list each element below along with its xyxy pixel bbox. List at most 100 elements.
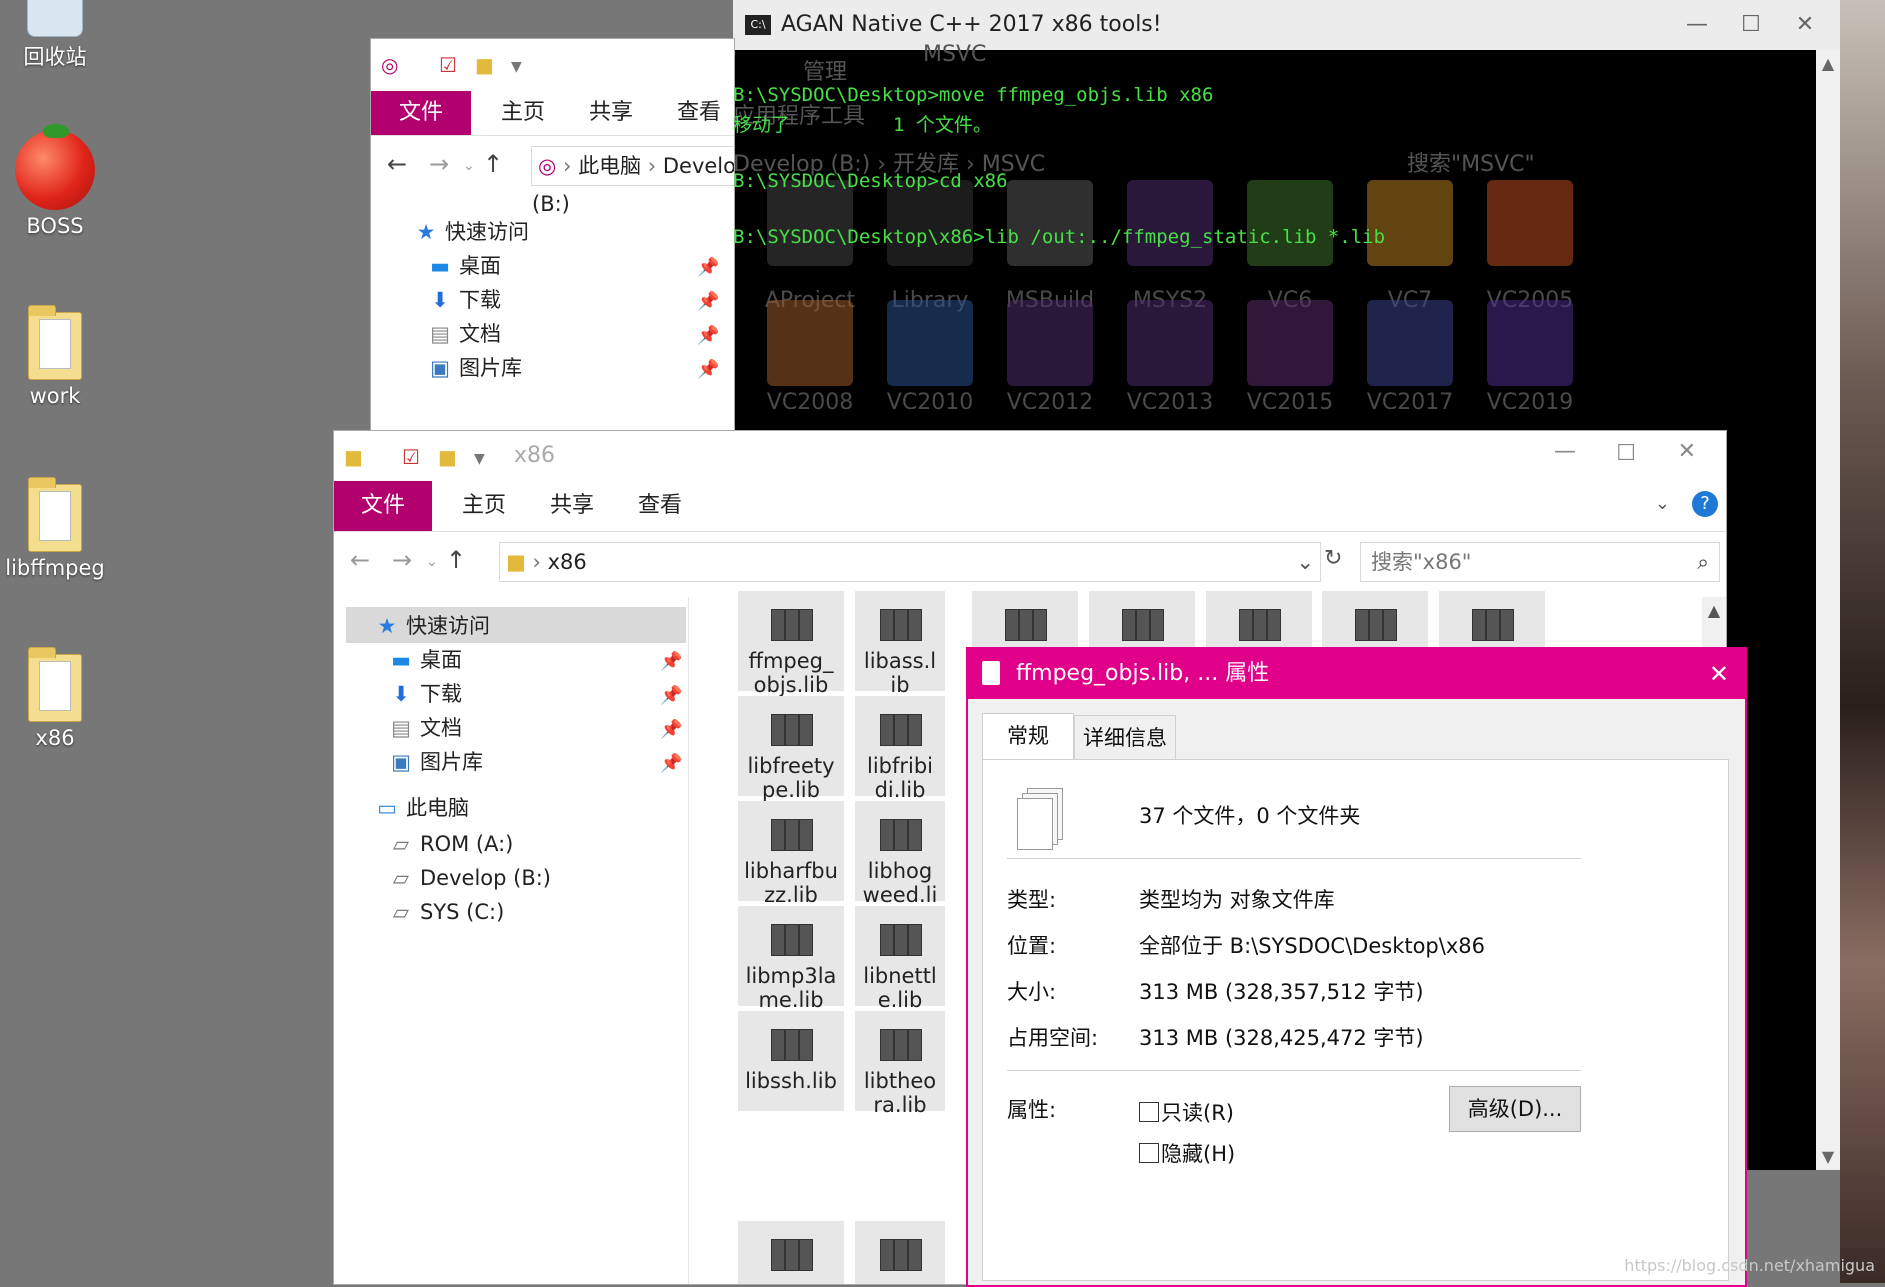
folder-icon[interactable]: ■ xyxy=(475,53,494,77)
tab-view[interactable]: 查看 xyxy=(659,91,734,135)
document-icon: ▤ xyxy=(391,716,411,740)
tab-share[interactable]: 共享 xyxy=(532,481,612,531)
pin-icon[interactable]: 📌 xyxy=(697,325,719,346)
breadcrumb-item[interactable]: x86 xyxy=(548,550,587,574)
readonly-checkbox[interactable] xyxy=(1139,1102,1159,1122)
nav-documents[interactable]: ▤ 文档 xyxy=(388,711,462,745)
tab-home[interactable]: 主页 xyxy=(444,481,524,531)
file-tile[interactable] xyxy=(972,591,1078,647)
maximize-icon[interactable]: ☐ xyxy=(1728,0,1774,50)
pin-icon[interactable]: 📌 xyxy=(697,291,719,312)
nav-downloads[interactable]: ⬇ 下载 xyxy=(427,283,501,317)
tab-file[interactable]: 文件 xyxy=(371,91,471,135)
properties-icon[interactable]: ☑ xyxy=(439,53,457,77)
minimize-icon[interactable]: — xyxy=(1554,439,1576,464)
file-tile[interactable]: libmp3lame.lib xyxy=(738,906,844,1012)
file-tile[interactable] xyxy=(1322,591,1428,647)
desktop-icon-work[interactable]: work xyxy=(0,305,110,408)
file-name: libass.lib xyxy=(863,649,937,697)
file-tile[interactable]: libnettle.lib xyxy=(855,906,945,1012)
file-tile[interactable]: libfribidi.lib xyxy=(855,696,945,802)
nav-pictures[interactable]: ▣ 图片库 xyxy=(388,745,483,779)
up-icon[interactable]: ↑ xyxy=(446,546,466,574)
file-tile[interactable] xyxy=(855,1221,945,1284)
minimize-icon[interactable]: — xyxy=(1674,0,1720,50)
tab-details[interactable]: 详细信息 xyxy=(1074,715,1176,761)
up-icon[interactable]: ↑ xyxy=(483,150,503,178)
search-input[interactable]: 搜索"x86" ⌕ xyxy=(1360,542,1720,582)
nav-quick-access[interactable]: ★ 快速访问 xyxy=(413,215,529,249)
nav-desktop[interactable]: ▬ 桌面 xyxy=(427,249,501,283)
nav-this-pc[interactable]: ▭ 此电脑 xyxy=(374,791,469,825)
tab-general[interactable]: 常规 xyxy=(982,713,1074,760)
nav-drive-a[interactable]: ▱ ROM (A:) xyxy=(388,827,513,861)
address-bar[interactable]: ■ › x86 ⌄ xyxy=(499,542,1321,582)
chevron-down-icon[interactable]: ⌄ xyxy=(1296,543,1314,581)
vs-vc2008-icon xyxy=(767,300,853,386)
file-tile[interactable]: libharfbuzz.lib xyxy=(738,801,844,907)
close-icon[interactable]: ✕ xyxy=(1782,0,1828,50)
back-icon[interactable]: ← xyxy=(350,546,370,574)
pin-icon[interactable]: 📌 xyxy=(697,257,719,278)
pin-icon[interactable]: 📌 xyxy=(660,719,682,740)
chevron-down-icon[interactable]: ⌄ xyxy=(463,158,475,174)
desktop-icon-x86[interactable]: x86 xyxy=(0,647,110,750)
breadcrumb-item[interactable]: 此电脑 xyxy=(578,154,641,178)
file-tile[interactable]: libhogweed.lib xyxy=(855,801,945,931)
scroll-down-icon[interactable]: ▼ xyxy=(1816,1147,1840,1166)
type-label: 类型: xyxy=(1007,888,1057,912)
forward-icon[interactable]: → xyxy=(429,150,449,178)
chevron-down-icon[interactable]: ⌄ xyxy=(426,554,438,570)
file-tile[interactable]: libfreetype.lib xyxy=(738,696,844,802)
nav-quick-access[interactable]: ★ 快速访问 xyxy=(374,609,490,643)
nav-drive-b[interactable]: ▱ Develop (B:) xyxy=(388,861,551,895)
pin-icon[interactable]: 📌 xyxy=(660,651,682,672)
pin-icon[interactable]: 📌 xyxy=(660,685,682,706)
desktop-icon-libffmpeg[interactable]: libffmpeg xyxy=(0,477,110,580)
file-tile[interactable]: libssh.lib xyxy=(738,1011,844,1111)
vs-library-icon xyxy=(887,180,973,266)
file-tile[interactable] xyxy=(1206,591,1312,647)
properties-icon[interactable]: ☑ xyxy=(402,445,420,469)
tab-home[interactable]: 主页 xyxy=(483,91,563,135)
desktop-icon-boss[interactable]: BOSS xyxy=(0,124,110,238)
scroll-up-icon[interactable]: ▲ xyxy=(1702,601,1726,620)
address-bar[interactable]: ◎ › 此电脑 › Develop (B:) xyxy=(531,146,734,216)
folder-icon[interactable]: ■ xyxy=(438,445,457,469)
computer-icon: ▭ xyxy=(377,796,397,820)
forward-icon[interactable]: → xyxy=(392,546,412,574)
file-tile[interactable] xyxy=(1089,591,1195,647)
nav-drive-c[interactable]: ▱ SYS (C:) xyxy=(388,895,504,929)
maximize-icon[interactable]: ☐ xyxy=(1616,441,1636,466)
back-icon[interactable]: ← xyxy=(387,150,407,178)
tab-view[interactable]: 查看 xyxy=(620,481,700,531)
hidden-checkbox[interactable] xyxy=(1139,1143,1159,1163)
explorer-msvc-window[interactable]: ◎ ☑ ■ ▼ 文件 主页 共享 查看 ← → ⌄ ↑ ◎ › 此电脑 › De… xyxy=(370,38,735,440)
tab-file[interactable]: 文件 xyxy=(334,481,432,531)
scroll-up-icon[interactable]: ▲ xyxy=(1816,54,1840,73)
file-icon xyxy=(982,661,1000,685)
file-tile[interactable]: libass.lib xyxy=(855,591,945,697)
nav-pictures[interactable]: ▣ 图片库 xyxy=(427,351,522,385)
close-icon[interactable]: ✕ xyxy=(1678,439,1696,464)
nav-downloads[interactable]: ⬇ 下载 xyxy=(388,677,462,711)
chevron-down-icon[interactable]: ▼ xyxy=(511,59,522,75)
file-tile[interactable]: ffmpeg_objs.lib xyxy=(738,591,844,697)
file-tile[interactable]: libtheora.lib xyxy=(855,1011,945,1117)
file-tile[interactable] xyxy=(738,1221,844,1284)
close-icon[interactable]: ✕ xyxy=(1709,649,1729,699)
help-icon[interactable]: ? xyxy=(1692,491,1718,517)
pin-icon[interactable]: 📌 xyxy=(697,359,719,380)
nav-documents[interactable]: ▤ 文档 xyxy=(427,317,501,351)
pin-icon[interactable]: 📌 xyxy=(660,753,682,774)
tab-share[interactable]: 共享 xyxy=(571,91,651,135)
nav-desktop[interactable]: ▬ 桌面 xyxy=(388,643,462,677)
desktop-icon-recycle-bin[interactable]: 回收站 xyxy=(0,0,110,71)
chevron-down-icon[interactable]: ▼ xyxy=(474,451,485,467)
refresh-icon[interactable]: ↻ xyxy=(1324,546,1342,571)
properties-dialog[interactable]: ffmpeg_objs.lib, ... 属性 ✕ 常规 详细信息 37 个文件… xyxy=(966,647,1747,1287)
advanced-button[interactable]: 高级(D)... xyxy=(1449,1086,1581,1132)
chevron-down-icon[interactable]: ⌄ xyxy=(1655,493,1670,514)
terminal-scrollbar[interactable]: ▲ ▼ xyxy=(1816,50,1840,1170)
file-tile[interactable] xyxy=(1439,591,1545,647)
